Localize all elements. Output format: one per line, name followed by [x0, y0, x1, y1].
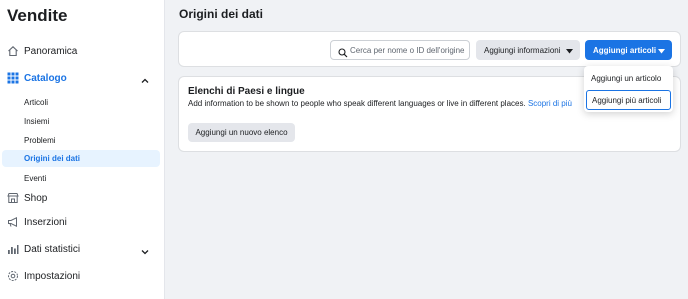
page-title: Origini dei dati [179, 7, 264, 21]
subitem-label: Articoli [24, 97, 49, 107]
caret-down-icon [566, 47, 573, 56]
card-description-text: Add information to be shown to people wh… [188, 99, 526, 108]
search-input[interactable] [350, 43, 468, 57]
subitem-label: Origini dei dati [24, 154, 81, 163]
sidebar-subitem-insiemi[interactable]: Insiemi [2, 113, 160, 129]
search-icon [338, 45, 348, 58]
chevron-up-icon[interactable] [140, 73, 150, 83]
bar-chart-icon [7, 243, 19, 255]
sidebar-item-shop[interactable]: Shop [0, 188, 165, 208]
sidebar-item-catalogo[interactable]: Catalogo [0, 68, 165, 88]
search-field[interactable] [330, 40, 470, 60]
learn-more-link[interactable]: Scopri di più [528, 99, 572, 108]
sidebar: Vendite Panoramica Catalogo Articoli Ins… [0, 0, 165, 299]
grid-icon [7, 72, 19, 84]
subitem-label: Eventi [24, 173, 47, 183]
dropdown-item-add-multiple[interactable]: Aggiungi più articoli [586, 90, 671, 110]
add-items-label: Aggiungi articoli [593, 45, 657, 55]
sidebar-subitem-problemi[interactable]: Problemi [2, 132, 160, 148]
home-icon [7, 45, 19, 57]
sidebar-item-inserzioni[interactable]: Inserzioni [0, 212, 165, 232]
sidebar-subitem-eventi[interactable]: Eventi [2, 170, 160, 186]
megaphone-icon [7, 216, 19, 228]
sidebar-item-impostazioni[interactable]: Impostazioni [0, 266, 165, 286]
dropdown-item-add-one[interactable]: Aggiungi un articolo [586, 68, 671, 88]
dropdown-item-label: Aggiungi un articolo [591, 73, 662, 83]
sidebar-subitem-origini-dei-dati[interactable]: Origini dei dati [2, 150, 160, 167]
subitem-label: Problemi [24, 135, 56, 145]
sidebar-item-label: Impostazioni [24, 270, 81, 282]
sidebar-item-label: Catalogo [24, 72, 67, 84]
sidebar-item-panoramica[interactable]: Panoramica [0, 41, 165, 61]
card-title: Elenchi di Paesi e lingue [188, 86, 305, 97]
subitem-label: Insiemi [24, 116, 50, 126]
gear-icon [7, 270, 19, 282]
sidebar-item-dati-statistici[interactable]: Dati statistici [0, 239, 165, 259]
add-items-button[interactable]: Aggiungi articoli [585, 40, 672, 60]
sidebar-subitem-articoli[interactable]: Articoli [2, 94, 160, 110]
store-icon [7, 192, 19, 204]
add-items-dropdown: Aggiungi un articolo Aggiungi più artico… [584, 66, 673, 112]
caret-down-icon [658, 47, 665, 56]
add-info-label: Aggiungi informazioni [484, 45, 561, 55]
card-description: Add information to be shown to people wh… [188, 99, 572, 108]
sidebar-item-label: Dati statistici [24, 243, 81, 255]
app-title: Vendite [7, 6, 68, 25]
sidebar-item-label: Shop [24, 192, 48, 204]
chevron-down-icon[interactable] [140, 244, 150, 255]
add-new-list-button[interactable]: Aggiungi un nuovo elenco [188, 123, 295, 142]
dropdown-item-label: Aggiungi più articoli [592, 95, 662, 105]
sidebar-item-label: Inserzioni [24, 216, 67, 228]
sidebar-item-label: Panoramica [24, 45, 78, 57]
add-info-button[interactable]: Aggiungi informazioni [476, 40, 580, 60]
